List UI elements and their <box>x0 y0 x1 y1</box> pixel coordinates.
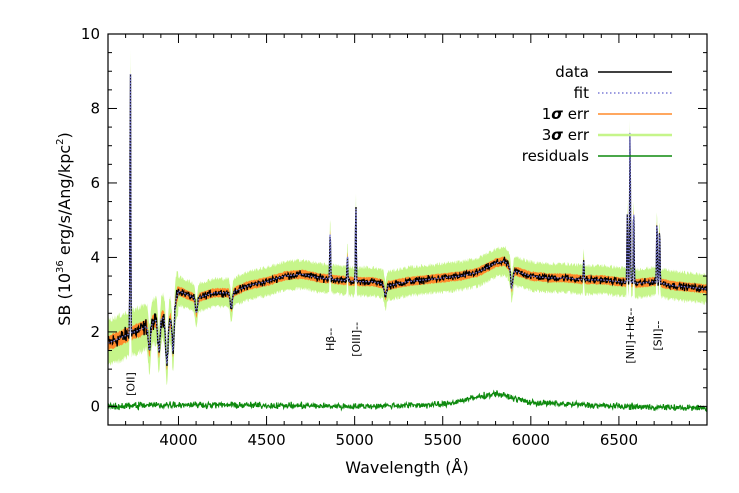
x-axis-title: Wavelength (Å) <box>345 458 468 477</box>
x-tick-label: 6000 <box>512 431 550 449</box>
y-tick-label: 0 <box>90 397 100 415</box>
x-axis: 4000 4500 5000 5500 6000 6500 <box>107 34 708 449</box>
err1-band <box>108 66 707 371</box>
y-axis: 0 2 4 6 8 10 <box>81 25 707 415</box>
y-axis-title-post: ) <box>55 132 74 138</box>
legend-label-err3: 3σ err <box>542 126 590 144</box>
line-annotations: [OII] Hβ-- [OIII]-- [NII]+Hα-- [SII]-- <box>124 308 664 396</box>
y-tick-label: 6 <box>90 174 100 192</box>
x-tick-label: 5500 <box>424 431 462 449</box>
spectrum-chart: 4000 4500 5000 5500 6000 6500 0 2 4 6 8 10 Wavelen… <box>55 25 708 477</box>
x-tick-label: 4500 <box>247 431 285 449</box>
legend-label-fit: fit <box>574 84 589 102</box>
x-tick-label: 6500 <box>600 431 638 449</box>
y-axis-title: SB (1036 erg/s/Ang/kpc2) <box>55 132 74 326</box>
x-tick-label: 4000 <box>159 431 197 449</box>
y-tick-label: 10 <box>81 25 100 43</box>
annotation-label: [OIII]-- <box>350 322 363 357</box>
y-tick-label: 4 <box>90 248 100 266</box>
residuals-series-line <box>108 389 707 413</box>
data-series-line <box>108 74 707 367</box>
legend-label-err1: 1σ err <box>542 105 590 123</box>
annotation-label: [SII]-- <box>652 321 665 351</box>
legend-label-data: data <box>555 63 589 81</box>
legend-label-residuals: residuals <box>522 147 589 165</box>
x-tick-label: 5000 <box>336 431 374 449</box>
legend: data fit 1σ err 3σ err residuals <box>522 63 672 165</box>
annotation-label: [NII]+Hα-- <box>624 308 637 364</box>
y-axis-title-mid: erg/s/Ang/kpc <box>55 145 74 260</box>
y-axis-title-pre: SB (10 <box>55 273 74 326</box>
annotation-label: [OII] <box>124 372 137 396</box>
fit-series-line <box>108 74 707 364</box>
spectrum-lines <box>108 74 707 413</box>
y-axis-title-sup: 36 <box>55 260 66 273</box>
y-tick-label: 2 <box>90 323 100 341</box>
error-bands <box>108 49 707 385</box>
annotation-label: Hβ-- <box>324 328 337 351</box>
err3-band <box>108 49 707 385</box>
plot-frame <box>107 33 708 426</box>
y-tick-label: 8 <box>90 99 100 117</box>
